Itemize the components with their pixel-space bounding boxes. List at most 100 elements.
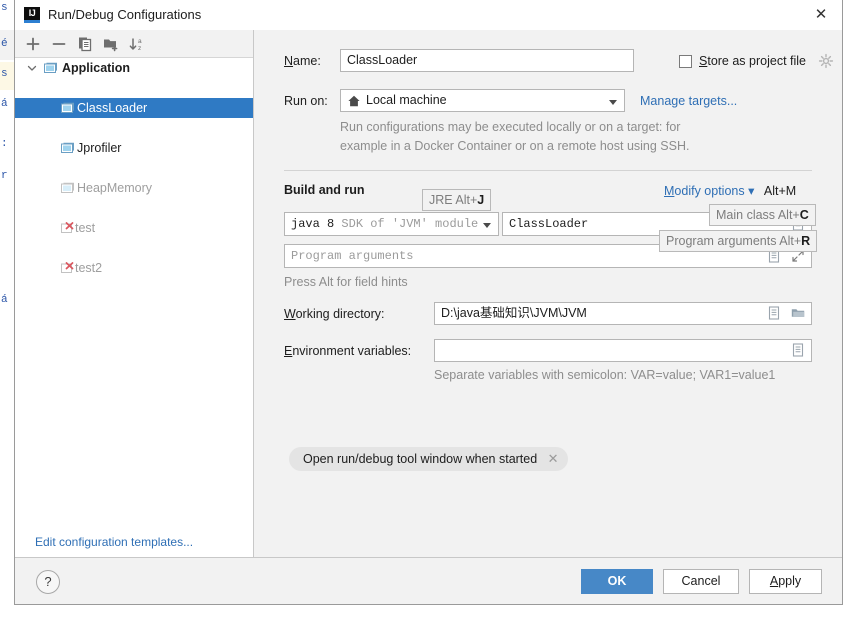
run-debug-configurations-dialog: IJ Run/Debug Configurations ✕ a z Applic… <box>14 0 843 605</box>
bg-code-line: s <box>1 2 8 14</box>
chevron-down-icon[interactable] <box>609 100 617 105</box>
bg-code-line: á <box>1 98 8 110</box>
help-button[interactable]: ? <box>36 570 60 594</box>
jre-alt-hint-text: JRE Alt+ <box>429 193 478 207</box>
run-on-description-line-2: example in a Docker Container or on a re… <box>340 139 690 153</box>
cancel-button[interactable]: Cancel <box>663 569 739 594</box>
program-arguments-alt-hint-text: Program arguments Alt+ <box>666 234 802 248</box>
chevron-down-icon[interactable] <box>27 63 37 73</box>
configurations-tree-pane: a z Application ClassLoader Jprofiler He… <box>15 30 254 558</box>
application-icon <box>61 142 74 153</box>
new-folder-icon <box>104 39 118 52</box>
minus-icon <box>52 43 66 45</box>
tree-item-jprofiler[interactable]: Jprofiler <box>15 138 253 158</box>
tree-toolbar: a z <box>15 30 253 58</box>
application-icon <box>61 182 74 193</box>
section-divider <box>284 170 812 171</box>
modify-options-rest[interactable]: odify options <box>674 184 744 198</box>
dialog-content: a z Application ClassLoader Jprofiler He… <box>15 30 842 558</box>
tree-item-application[interactable]: Application <box>15 58 253 78</box>
intellij-idea-icon: IJ <box>24 7 40 23</box>
working-directory-label: Working directory: <box>284 307 385 321</box>
configuration-form-pane: Name: ClassLoader Store as project file … <box>254 30 842 558</box>
sort-configurations-button[interactable]: a z <box>127 34 147 54</box>
new-folder-button[interactable] <box>101 34 121 54</box>
gear-icon[interactable] <box>818 53 834 69</box>
open-run-debug-tool-window-chip[interactable]: Open run/debug tool window when started … <box>289 447 568 471</box>
bg-code-line: r <box>1 170 8 182</box>
remove-configuration-button[interactable] <box>49 34 69 54</box>
copy-icon <box>79 37 92 52</box>
environment-variables-label-rest: nvironment variables: <box>292 344 412 358</box>
edit-configuration-templates-link[interactable]: Edit configuration templates... <box>35 535 193 549</box>
close-icon[interactable]: ✕ <box>548 447 559 471</box>
apply-mnemonic: A <box>769 574 779 588</box>
run-on-description-line-1: Run configurations may be executed local… <box>340 120 681 134</box>
dialog-footer: ? OK Cancel Apply <box>15 557 842 604</box>
build-and-run-title: Build and run <box>284 183 365 197</box>
run-on-value: Local machine <box>366 93 447 107</box>
tree-item-label: test <box>75 221 96 235</box>
jre-alt-hint-tooltip: JRE Alt+J <box>422 189 492 211</box>
name-label: Name: <box>284 54 321 68</box>
tree-item-label: ClassLoader <box>77 101 148 115</box>
working-directory-input[interactable]: D:\java基础知识\JVM\JVM <box>434 302 812 325</box>
environment-variables-input[interactable] <box>434 339 812 362</box>
press-alt-hint: Press Alt for field hints <box>284 275 408 289</box>
tree-item-label: test2 <box>75 261 103 275</box>
copy-configuration-button[interactable] <box>75 34 95 54</box>
working-directory-label-rest: orking directory: <box>295 307 385 321</box>
chevron-down-icon[interactable]: ▾ <box>748 184 754 198</box>
tree-item-label: Application <box>62 61 131 75</box>
environment-variables-edit-icon[interactable] <box>790 342 806 358</box>
error-config-icon <box>61 222 74 233</box>
error-config-icon <box>61 262 74 273</box>
environment-variables-label: Environment variables: <box>284 344 412 358</box>
tree-item-label: Jprofiler <box>77 141 122 155</box>
chip-label: Open run/debug tool window when started <box>303 452 538 466</box>
ok-button[interactable]: OK <box>581 569 653 594</box>
close-icon[interactable]: ✕ <box>808 4 834 26</box>
jre-suffix: SDK of 'JVM' module <box>341 217 479 231</box>
add-configuration-button[interactable] <box>23 34 43 54</box>
tree-item-test[interactable]: test <box>15 218 253 238</box>
browse-folder-icon[interactable] <box>790 305 806 321</box>
run-on-label-text: Run on: <box>284 94 328 108</box>
name-input[interactable]: ClassLoader <box>340 49 634 72</box>
jre-value: java 8 <box>291 217 335 231</box>
tree-item-test2[interactable]: test2 <box>15 258 253 278</box>
apply-button[interactable]: Apply <box>749 569 822 594</box>
modify-options-shortcut: Alt+M <box>763 184 797 198</box>
chevron-down-icon[interactable] <box>483 223 491 228</box>
main-class-alt-hint-tooltip: Main class Alt+C <box>709 204 816 226</box>
bg-code-line: é <box>1 38 8 50</box>
dialog-titlebar: IJ Run/Debug Configurations ✕ <box>15 0 842 31</box>
main-class-alt-hint-text: Main class Alt+ <box>716 208 800 222</box>
tree-item-classloader[interactable]: ClassLoader <box>15 98 253 118</box>
store-as-project-file-checkbox[interactable] <box>679 55 692 68</box>
tree-item-heapmemory[interactable]: HeapMemory <box>15 178 253 198</box>
dialog-title: Run/Debug Configurations <box>48 7 202 22</box>
store-label-rest: tore as project file <box>707 54 807 68</box>
environment-variables-hint: Separate variables with semicolon: VAR=v… <box>434 368 776 382</box>
bg-code-line: á <box>1 294 8 306</box>
run-on-target-dropdown[interactable]: Local machine <box>340 89 625 112</box>
modify-options-link: Modify options ▾ Alt+M <box>664 183 796 198</box>
manage-targets-link[interactable]: Manage targets... <box>640 94 737 108</box>
svg-text:z: z <box>138 45 141 52</box>
bg-code-line: : <box>1 138 8 150</box>
application-icon <box>44 62 57 73</box>
svg-text:a: a <box>138 38 142 45</box>
configurations-tree[interactable]: Application ClassLoader Jprofiler HeapMe… <box>15 58 253 524</box>
working-directory-macro-icon[interactable] <box>766 305 782 321</box>
jre-alt-hint-key: J <box>477 193 485 207</box>
modify-options-mnemonic[interactable]: M <box>664 184 674 198</box>
name-label-rest: ame: <box>293 54 321 68</box>
apply-label-rest: pply <box>778 574 802 588</box>
application-icon <box>61 102 74 113</box>
store-as-project-file-label: Store as project file <box>699 54 807 68</box>
plus-icon <box>26 37 40 51</box>
jre-dropdown[interactable]: java 8 SDK of 'JVM' module <box>284 212 499 236</box>
bg-code-line: s <box>1 68 8 80</box>
program-arguments-alt-hint-key: R <box>801 234 811 248</box>
